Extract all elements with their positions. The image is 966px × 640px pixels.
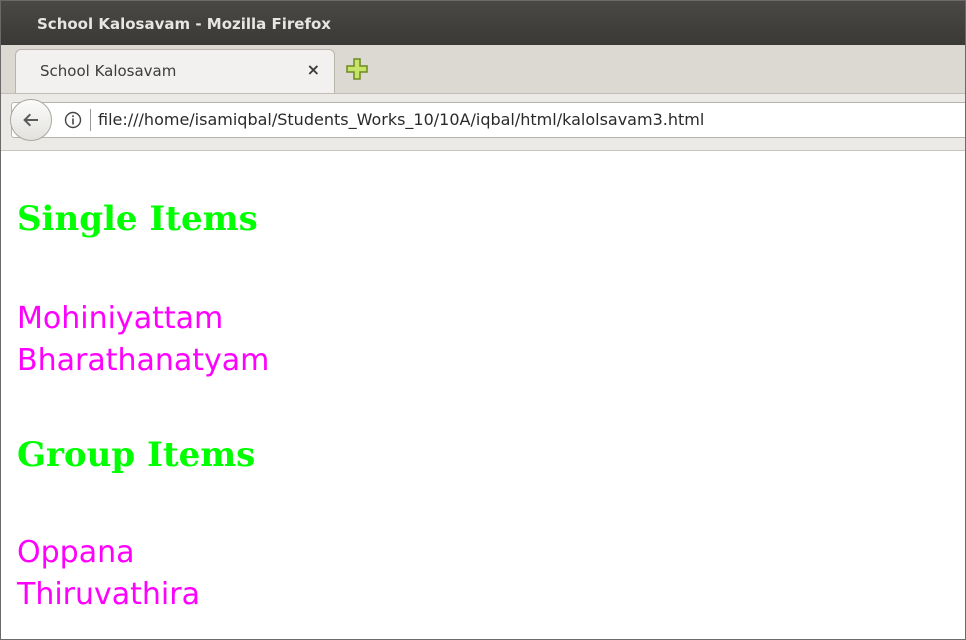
heading-group-items: Group Items [17, 435, 256, 475]
window-title: School Kalosavam - Mozilla Firefox [37, 15, 331, 33]
back-arrow-icon [23, 113, 38, 127]
info-icon[interactable] [64, 111, 82, 129]
tab-label: School Kalosavam [40, 62, 177, 80]
list-item: Mohiniyattam [17, 301, 224, 336]
url-separator [90, 109, 91, 131]
list-item: Thiruvathira [17, 577, 200, 612]
list-item: Bharathanatyam [17, 343, 270, 378]
url-bar[interactable]: file:///home/isamiqbal/Students_Works_10… [10, 99, 965, 141]
navigation-bar: file:///home/isamiqbal/Students_Works_10… [1, 94, 965, 151]
heading-single-items: Single Items [17, 199, 258, 239]
list-item: Oppana [17, 535, 135, 570]
new-tab-plus-icon[interactable] [345, 57, 369, 81]
url-text[interactable]: file:///home/isamiqbal/Students_Works_10… [98, 110, 704, 129]
tab-strip: School Kalosavam × [1, 45, 965, 94]
tab-close-icon[interactable]: × [307, 60, 320, 79]
browser-window: School Kalosavam - Mozilla Firefox Schoo… [0, 0, 966, 640]
back-button[interactable] [10, 99, 52, 141]
page-content: Single Items Mohiniyattam Bharathanatyam… [1, 151, 965, 639]
tab-school-kalosavam[interactable]: School Kalosavam × [15, 49, 335, 93]
title-bar: School Kalosavam - Mozilla Firefox [1, 1, 965, 45]
